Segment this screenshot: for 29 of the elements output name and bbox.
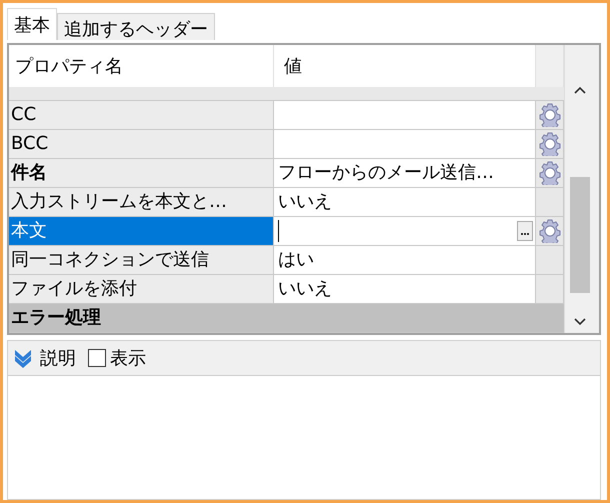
- scroll-down-icon[interactable]: [573, 317, 587, 327]
- property-name[interactable]: ファイルを添付: [9, 275, 274, 303]
- tab[interactable]: 基本: [7, 8, 57, 40]
- property-name[interactable]: 同一コネクションで送信: [9, 246, 274, 274]
- value-cell[interactable]: [274, 217, 536, 245]
- property-name[interactable]: 件名: [9, 159, 274, 187]
- property-value[interactable]: いいえ: [278, 275, 332, 303]
- text-cursor: [278, 220, 279, 242]
- property-value[interactable]: いいえ: [278, 188, 332, 216]
- value-cell[interactable]: [274, 130, 536, 158]
- scroll-up-icon[interactable]: [573, 85, 587, 95]
- ellipsis-button[interactable]: [517, 221, 533, 241]
- tab[interactable]: 追加するヘッダー: [57, 13, 215, 40]
- dots-icon: [520, 232, 530, 236]
- show-checkbox[interactable]: 表示: [88, 346, 146, 370]
- value-cell[interactable]: [274, 101, 536, 129]
- property-name[interactable]: 入力ストリームを本文と…: [9, 188, 274, 216]
- property-name[interactable]: BCC: [9, 130, 274, 158]
- category-header[interactable]: エラー処理: [9, 304, 564, 332]
- property-name[interactable]: CC: [9, 101, 274, 129]
- property-value[interactable]: はい: [278, 246, 314, 274]
- value-cell[interactable]: はい: [274, 246, 536, 274]
- value-cell[interactable]: フローからのメール送信…: [274, 159, 536, 187]
- double-chevron-icon[interactable]: [12, 347, 34, 369]
- property-name[interactable]: 本文: [9, 217, 274, 245]
- description-label: 説明: [40, 347, 76, 370]
- property-value[interactable]: フローからのメール送信…: [278, 159, 494, 187]
- value-cell[interactable]: いいえ: [274, 275, 536, 303]
- value-cell[interactable]: いいえ: [274, 188, 536, 216]
